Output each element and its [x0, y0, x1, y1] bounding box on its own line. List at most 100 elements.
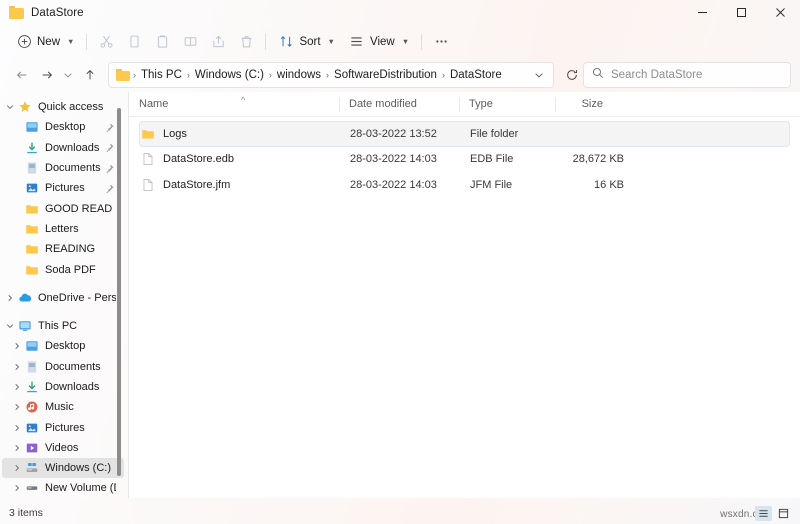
recent-locations-button[interactable]: [59, 63, 77, 88]
chevron-down-icon[interactable]: [2, 322, 17, 330]
breadcrumb-item-softwaredistribution[interactable]: SoftwareDistribution: [330, 67, 441, 83]
scrollbar-thumb[interactable]: [117, 108, 121, 476]
sidebar-label: Videos: [45, 441, 79, 454]
sidebar-label: Letters: [45, 222, 79, 235]
sidebar-item-downloads[interactable]: Downloads: [2, 138, 124, 158]
breadcrumb-item-this-pc[interactable]: This PC: [137, 67, 186, 83]
cut-button[interactable]: [92, 29, 120, 54]
column-header-name[interactable]: Name ^: [129, 92, 339, 117]
chevron-right-icon[interactable]: [2, 294, 17, 302]
breadcrumb-item-datastore[interactable]: DataStore: [446, 67, 506, 83]
address-bar[interactable]: › This PC › Windows (C:) › windows › Sof…: [108, 62, 554, 88]
sidebar-item-pc-downloads[interactable]: Downloads: [2, 377, 124, 397]
table-row[interactable]: DataStore.edb 28-03-2022 14:03 EDB File …: [139, 147, 790, 173]
sidebar-item-windows-c[interactable]: Windows (C:): [2, 458, 124, 479]
sidebar-item-pc-pictures[interactable]: Pictures: [2, 417, 124, 437]
column-label: Date modified: [349, 98, 417, 110]
see-more-button[interactable]: [427, 29, 455, 54]
file-list-pane: Name ^ Date modified Type Size Logs 28-0…: [128, 92, 800, 498]
sidebar-label: Quick access: [38, 101, 104, 114]
table-row[interactable]: DataStore.jfm 28-03-2022 14:03 JFM File …: [139, 172, 790, 198]
breadcrumb: › This PC › Windows (C:) › windows › Sof…: [132, 67, 529, 83]
cell-name: DataStore.jfm: [140, 177, 350, 193]
minimize-button[interactable]: [683, 0, 722, 25]
pin-icon[interactable]: [105, 184, 116, 193]
column-header-size[interactable]: Size: [555, 92, 615, 117]
sort-ascending-icon: ^: [241, 94, 246, 105]
sidebar-item-documents[interactable]: Documents: [2, 158, 124, 178]
column-header-type[interactable]: Type: [459, 92, 555, 117]
chevron-right-icon[interactable]: [9, 363, 24, 371]
sort-button[interactable]: Sort ▼: [271, 29, 342, 54]
pictures-icon: [24, 420, 40, 436]
share-icon: [210, 34, 226, 50]
sidebar-item-good-read[interactable]: GOOD READ: [2, 198, 124, 218]
chevron-right-icon[interactable]: [9, 444, 24, 452]
drive-windows-icon: [24, 460, 40, 476]
back-button[interactable]: [9, 63, 34, 88]
sidebar-item-this-pc[interactable]: This PC: [2, 316, 124, 336]
cell-date-modified: 28-03-2022 14:03: [350, 178, 437, 191]
monitor-icon: [17, 318, 33, 334]
chevron-right-icon[interactable]: [9, 464, 24, 472]
large-icons-view-button[interactable]: [775, 506, 792, 521]
sidebar-item-pc-music[interactable]: Music: [2, 397, 124, 417]
chevron-right-icon[interactable]: [9, 424, 24, 432]
paste-button[interactable]: [148, 29, 176, 54]
chevron-right-icon[interactable]: [9, 484, 24, 492]
sidebar-item-letters[interactable]: Letters: [2, 219, 124, 239]
toolbar-divider: [86, 33, 88, 50]
breadcrumb-item-windows[interactable]: windows: [273, 67, 325, 83]
file-name: DataStore.edb: [163, 153, 234, 166]
sidebar-label: Pictures: [45, 421, 85, 434]
sidebar-item-pc-desktop[interactable]: Desktop: [2, 336, 124, 356]
status-bar: 3 items: [0, 502, 800, 524]
chevron-down-icon: ▼: [401, 37, 410, 46]
maximize-button[interactable]: [722, 0, 761, 25]
pin-icon[interactable]: [105, 123, 116, 132]
sidebar-item-pictures[interactable]: Pictures: [2, 178, 124, 198]
view-button[interactable]: View ▼: [342, 29, 416, 54]
chevron-down-icon[interactable]: [2, 103, 17, 111]
desktop-icon: [24, 338, 40, 354]
breadcrumb-item-windows-c[interactable]: Windows (C:): [191, 67, 268, 83]
up-button[interactable]: [77, 63, 102, 88]
sidebar-label: Music: [45, 401, 74, 414]
close-button[interactable]: [761, 0, 800, 25]
chevron-right-icon[interactable]: [9, 342, 24, 350]
pin-icon[interactable]: [105, 143, 116, 153]
folder-icon: [140, 126, 156, 142]
details-view-button[interactable]: [755, 506, 772, 521]
chevron-right-icon[interactable]: [9, 403, 24, 411]
table-row[interactable]: Logs 28-03-2022 13:52 File folder: [139, 121, 790, 147]
window-controls: [683, 0, 800, 25]
chevron-right-icon[interactable]: [9, 383, 24, 391]
refresh-button[interactable]: [561, 68, 583, 82]
sidebar-item-pc-videos[interactable]: Videos: [2, 438, 124, 458]
sidebar-item-pc-documents[interactable]: Documents: [2, 357, 124, 377]
share-button[interactable]: [204, 29, 232, 54]
sidebar-scrollbar[interactable]: [116, 100, 122, 476]
search-box[interactable]: Search DataStore: [583, 62, 791, 88]
sidebar-item-soda-pdf[interactable]: Soda PDF: [2, 259, 124, 279]
sidebar-item-onedrive[interactable]: OneDrive - Persona: [2, 288, 124, 308]
forward-button[interactable]: [34, 63, 59, 88]
rename-button[interactable]: [176, 29, 204, 54]
sidebar-item-desktop[interactable]: Desktop: [2, 117, 124, 137]
column-label: Name: [139, 98, 169, 110]
pictures-icon: [24, 180, 40, 196]
column-header-date-modified[interactable]: Date modified: [339, 92, 459, 117]
delete-button[interactable]: [232, 29, 260, 54]
copy-button[interactable]: [120, 29, 148, 54]
window-title: DataStore: [31, 6, 84, 19]
sidebar-item-new-volume-d[interactable]: New Volume (D:): [2, 478, 124, 498]
star-icon: [17, 99, 33, 115]
folder-icon: [24, 241, 40, 257]
sidebar-label: OneDrive - Persona: [38, 291, 116, 304]
sidebar-label: Documents: [45, 162, 101, 175]
new-button[interactable]: New ▼: [9, 29, 81, 54]
chevron-down-icon[interactable]: [529, 70, 549, 80]
sidebar-item-quick-access[interactable]: Quick access: [2, 97, 124, 117]
sidebar-item-reading[interactable]: READING: [2, 239, 124, 259]
pin-icon[interactable]: [105, 164, 116, 173]
